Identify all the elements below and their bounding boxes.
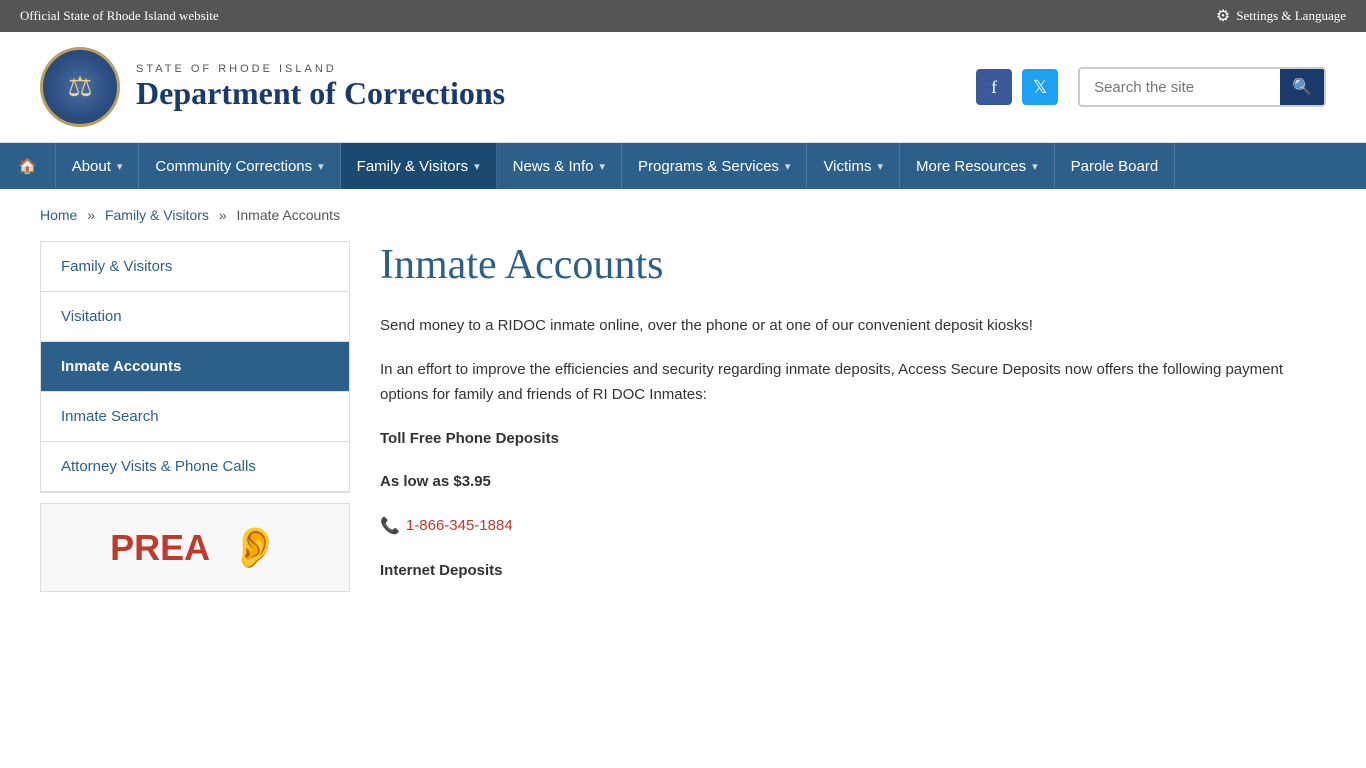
dept-name: Department of Corrections xyxy=(136,75,505,112)
phone-icon: 📞 xyxy=(380,513,400,540)
search-icon: 🔍 xyxy=(1292,79,1312,96)
ear-icon: 👂 xyxy=(230,524,280,571)
twitter-icon: 𝕏 xyxy=(1033,77,1048,98)
sidebar-item-family[interactable]: Family & Visitors xyxy=(41,242,349,292)
nav-item-more[interactable]: More Resources ▾ xyxy=(900,143,1055,189)
sidebar-menu: Family & Visitors Visitation Inmate Acco… xyxy=(40,241,350,493)
settings-area[interactable]: ⚙ Settings & Language xyxy=(1216,6,1346,26)
chevron-down-icon: ▾ xyxy=(474,160,480,173)
chevron-down-icon: ▾ xyxy=(785,160,791,173)
nav-item-parole[interactable]: Parole Board xyxy=(1055,143,1176,189)
nav-item-programs[interactable]: Programs & Services ▾ xyxy=(622,143,807,189)
chevron-down-icon: ▾ xyxy=(600,160,606,173)
breadcrumb-sep-1: » xyxy=(87,207,95,223)
search-input[interactable] xyxy=(1080,71,1280,104)
nav-community-label: Community Corrections xyxy=(155,158,312,175)
header-right: f 𝕏 🔍 xyxy=(976,67,1326,107)
section-2-heading: Internet Deposits xyxy=(380,558,1326,584)
settings-label[interactable]: Settings & Language xyxy=(1236,8,1346,24)
section-1-sub: As low as $3.95 xyxy=(380,469,1326,495)
internet-deposits-heading: Internet Deposits xyxy=(380,562,503,579)
logo-inner: ⚖ xyxy=(46,53,114,121)
nav-parole-label: Parole Board xyxy=(1071,158,1159,175)
sidebar-item-visitation[interactable]: Visitation xyxy=(41,292,349,342)
sidebar-item-attorney[interactable]: Attorney Visits & Phone Calls xyxy=(41,442,349,492)
nav-item-about[interactable]: About ▾ xyxy=(56,143,140,189)
home-icon: 🏠 xyxy=(18,157,37,175)
nav-programs-label: Programs & Services xyxy=(638,158,779,175)
sidebar-item-inmate-accounts[interactable]: Inmate Accounts xyxy=(41,342,349,392)
main-content: Family & Visitors Visitation Inmate Acco… xyxy=(0,241,1366,641)
nav-family-label: Family & Visitors xyxy=(357,158,468,175)
breadcrumb-current: Inmate Accounts xyxy=(237,207,341,223)
breadcrumb-family[interactable]: Family & Visitors xyxy=(105,207,209,223)
phone-link[interactable]: 📞 1-866-345-1884 xyxy=(380,513,513,540)
nav-news-label: News & Info xyxy=(513,158,594,175)
chevron-down-icon: ▾ xyxy=(1032,160,1038,173)
header: ⚖ STATE OF RHODE ISLAND Department of Co… xyxy=(0,32,1366,143)
toll-free-heading: Toll Free Phone Deposits xyxy=(380,430,559,447)
nav-item-community[interactable]: Community Corrections ▾ xyxy=(139,143,340,189)
section-1-heading: Toll Free Phone Deposits xyxy=(380,426,1326,452)
prea-logo: PREA xyxy=(110,527,210,569)
main-nav: 🏠 About ▾ Community Corrections ▾ Family… xyxy=(0,143,1366,189)
sidebar: Family & Visitors Visitation Inmate Acco… xyxy=(40,241,350,592)
nav-item-family[interactable]: Family & Visitors ▾ xyxy=(341,143,497,189)
nav-home[interactable]: 🏠 xyxy=(0,143,56,189)
top-bar: Official State of Rhode Island website ⚙… xyxy=(0,0,1366,32)
chevron-down-icon: ▾ xyxy=(117,160,123,173)
official-text: Official State of Rhode Island website xyxy=(20,8,219,24)
header-brand: ⚖ STATE OF RHODE ISLAND Department of Co… xyxy=(40,47,505,127)
header-title-block: STATE OF RHODE ISLAND Department of Corr… xyxy=(136,63,505,112)
social-icons: f 𝕏 xyxy=(976,69,1058,105)
content-area: Inmate Accounts Send money to a RIDOC in… xyxy=(380,241,1326,601)
breadcrumb-home[interactable]: Home xyxy=(40,207,77,223)
facebook-link[interactable]: f xyxy=(976,69,1012,105)
content-body: Send money to a RIDOC inmate online, ove… xyxy=(380,313,1326,583)
nav-item-news[interactable]: News & Info ▾ xyxy=(497,143,622,189)
logo: ⚖ xyxy=(40,47,120,127)
sidebar-item-inmate-search[interactable]: Inmate Search xyxy=(41,392,349,442)
nav-more-label: More Resources xyxy=(916,158,1026,175)
search-bar: 🔍 xyxy=(1078,67,1326,107)
nav-about-label: About xyxy=(72,158,111,175)
nav-victims-label: Victims xyxy=(823,158,871,175)
price-label: As low as $3.95 xyxy=(380,473,491,490)
intro-paragraph-1: Send money to a RIDOC inmate online, ove… xyxy=(380,313,1326,339)
phone-line: 📞 1-866-345-1884 xyxy=(380,513,1326,540)
breadcrumb-sep-2: » xyxy=(219,207,227,223)
twitter-link[interactable]: 𝕏 xyxy=(1022,69,1058,105)
breadcrumb: Home » Family & Visitors » Inmate Accoun… xyxy=(0,189,1366,241)
gear-icon: ⚙ xyxy=(1216,6,1230,26)
page-title: Inmate Accounts xyxy=(380,241,1326,289)
phone-number: 1-866-345-1884 xyxy=(406,513,513,539)
facebook-icon: f xyxy=(991,77,997,98)
chevron-down-icon: ▾ xyxy=(318,160,324,173)
nav-item-victims[interactable]: Victims ▾ xyxy=(807,143,900,189)
search-button[interactable]: 🔍 xyxy=(1280,69,1324,105)
state-label: STATE OF RHODE ISLAND xyxy=(136,63,505,75)
sidebar-banner: PREA 👂 xyxy=(40,503,350,592)
chevron-down-icon: ▾ xyxy=(878,160,884,173)
intro-paragraph-2: In an effort to improve the efficiencies… xyxy=(380,357,1326,408)
